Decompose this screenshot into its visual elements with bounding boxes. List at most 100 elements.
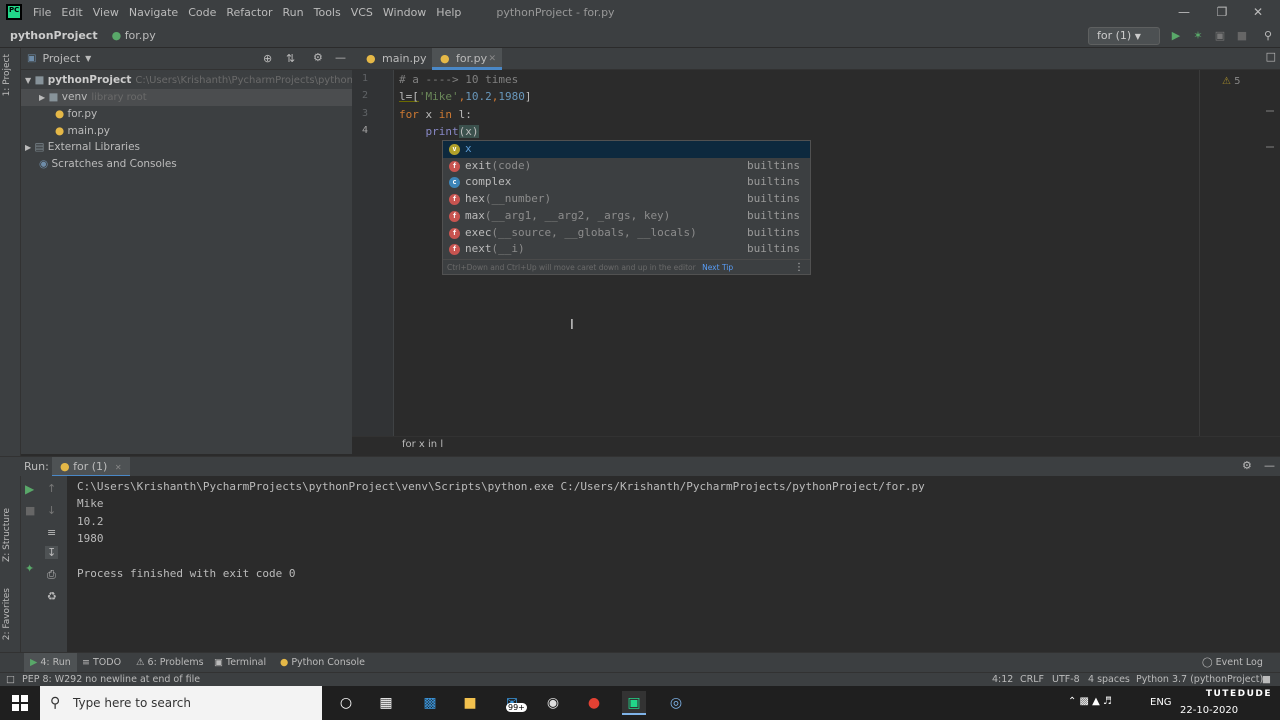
print-icon[interactable]: ⎙ xyxy=(47,568,56,582)
chevron-right-icon[interactable]: ▶ xyxy=(25,143,31,152)
indent-setting[interactable]: 4 spaces xyxy=(1088,673,1130,686)
menu-edit[interactable]: Edit xyxy=(56,6,87,19)
cortana-icon[interactable]: ○ xyxy=(334,691,358,715)
project-panel-title[interactable]: Project xyxy=(42,52,80,65)
taskbar-date[interactable]: 22-10-2020 xyxy=(1180,705,1238,716)
locate-icon[interactable]: ⊕ xyxy=(263,52,272,65)
completion-item[interactable]: f max(__arg1, __arg2, _args, key) builti… xyxy=(443,208,810,225)
windows-start-icon[interactable] xyxy=(12,695,28,711)
taskbar-search-box[interactable]: ⚲ Type here to search xyxy=(40,686,322,720)
structure-tool-tab[interactable]: Z: Structure xyxy=(2,508,12,562)
search-everywhere-icon[interactable]: ⚲ xyxy=(1260,28,1276,44)
scroll-up-icon[interactable]: ↑ xyxy=(47,482,56,495)
completion-item[interactable]: f exit(code) builtins xyxy=(443,158,810,175)
maximize-icon[interactable]: ❐ xyxy=(1204,0,1240,24)
chrome-icon[interactable]: ● xyxy=(582,691,606,715)
gear-icon[interactable]: ⚙ xyxy=(313,51,323,64)
close-tab-icon[interactable]: ✕ xyxy=(115,463,122,472)
next-tip-link[interactable]: Next Tip xyxy=(702,263,733,272)
project-panel: ▣ Project ▼ ⊕ ⇅ ⚙ — ▼ ■ pythonProject C:\… xyxy=(21,48,387,454)
tree-item-venv[interactable]: ▶ ■ venv library root xyxy=(21,89,352,106)
scroll-down-icon[interactable]: ↓ xyxy=(47,504,56,517)
tab-terminal[interactable]: ▣ Terminal xyxy=(214,653,266,673)
lock-icon[interactable]: ■ xyxy=(1262,673,1271,686)
hide-panel-icon[interactable]: — xyxy=(335,51,346,64)
breadcrumb-project[interactable]: pythonProject xyxy=(10,29,98,42)
menu-vcs[interactable]: VCS xyxy=(346,6,378,19)
menu-tools[interactable]: Tools xyxy=(309,6,346,19)
menu-window[interactable]: Window xyxy=(378,6,431,19)
tree-item-external-libraries[interactable]: ▶ ▤ External Libraries xyxy=(25,139,140,156)
completion-item[interactable]: v x xyxy=(443,141,810,158)
task-view-icon[interactable]: ▦ xyxy=(374,691,398,715)
status-message[interactable]: PEP 8: W292 no newline at end of file xyxy=(22,673,200,686)
breadcrumb-file[interactable]: ● for.py xyxy=(112,29,156,42)
minimize-icon[interactable]: — xyxy=(1166,0,1202,24)
completion-item[interactable]: f next(__i) builtins xyxy=(443,241,810,258)
rerun-icon[interactable]: ▶ xyxy=(25,482,34,496)
python-interpreter[interactable]: Python 3.7 (pythonProject) xyxy=(1136,673,1263,686)
menu-code[interactable]: Code xyxy=(183,6,221,19)
watermark-logo: TUTEDUDE xyxy=(1205,689,1272,699)
close-icon[interactable]: ✕ xyxy=(1240,0,1276,24)
project-tool-tab[interactable]: 1: Project xyxy=(2,54,12,96)
file-encoding[interactable]: UTF-8 xyxy=(1052,673,1080,686)
favorites-tool-tab[interactable]: 2: Favorites xyxy=(2,588,12,640)
tree-item-scratches[interactable]: ◉ Scratches and Consoles xyxy=(39,156,177,173)
menu-view[interactable]: View xyxy=(88,6,124,19)
tree-item-pythonproject[interactable]: ▼ ■ pythonProject C:\Users\Krishanth\Pych… xyxy=(25,72,387,89)
tab-for-py[interactable]: ● for.py ✕ xyxy=(432,48,502,70)
menu-run[interactable]: Run xyxy=(278,6,309,19)
app-icon[interactable]: ▩ xyxy=(418,691,442,715)
folder-icon: ▣ xyxy=(27,53,37,64)
more-options-icon[interactable]: ⋮ xyxy=(794,260,804,276)
close-tab-icon[interactable]: ✕ xyxy=(488,48,496,70)
stop-icon[interactable]: ■ xyxy=(1234,28,1250,44)
inspection-widget[interactable]: ⚠ 5 xyxy=(1222,76,1241,87)
menu-help[interactable]: Help xyxy=(431,6,466,19)
completion-item[interactable]: f exec(__source, __globals, __locals) bu… xyxy=(443,225,810,242)
file-explorer-icon[interactable]: ■ xyxy=(458,691,482,715)
gear-icon[interactable]: ⚙ xyxy=(1242,459,1252,472)
editor-scrollbar[interactable]: ⚠ 5 xyxy=(1222,70,1280,436)
chevron-right-icon[interactable]: ▶ xyxy=(39,93,45,102)
language-indicator[interactable]: ENG xyxy=(1150,697,1172,708)
stop-icon[interactable]: ■ xyxy=(25,504,35,517)
menu-navigate[interactable]: Navigate xyxy=(124,6,183,19)
tree-item-for-py[interactable]: ● for.py xyxy=(55,106,97,123)
trash-icon[interactable]: ♻ xyxy=(47,590,57,603)
chevron-down-icon[interactable]: ▼ xyxy=(85,54,91,63)
run-tab[interactable]: ● for (1) ✕ xyxy=(52,457,130,477)
soft-wrap-icon[interactable]: ≡ xyxy=(47,526,56,539)
tab-todo[interactable]: ≡ TODO xyxy=(82,653,121,673)
completion-item[interactable]: f hex(__number) builtins xyxy=(443,191,810,208)
recorder-icon[interactable]: ◎ xyxy=(664,691,688,715)
chevron-down-icon[interactable]: ▼ xyxy=(25,76,31,85)
collapse-all-icon[interactable]: ⇅ xyxy=(286,52,295,65)
more-tabs-icon[interactable]: □ xyxy=(1266,50,1276,63)
tab-main-py[interactable]: ● main.py xyxy=(358,48,430,70)
completion-item[interactable]: c complex builtins xyxy=(443,174,810,191)
hide-panel-icon[interactable]: — xyxy=(1264,459,1275,472)
coverage-icon[interactable]: ▣ xyxy=(1212,28,1228,44)
tab-problems[interactable]: ⚠ 6: Problems xyxy=(136,653,204,673)
scroll-to-end-icon[interactable]: ↧ xyxy=(45,546,59,559)
tree-item-main-py[interactable]: ● main.py xyxy=(55,123,110,140)
media-player-icon[interactable]: ◉ xyxy=(541,691,565,715)
system-tray-icons[interactable]: ⌃ ▩ ▲ ♬ xyxy=(1068,696,1112,707)
pycharm-taskbar-icon[interactable]: ▣ xyxy=(622,691,646,715)
tab-run[interactable]: ▶ 4: Run xyxy=(24,653,77,673)
debug-icon[interactable]: ✶ xyxy=(1190,28,1206,44)
menu-refactor[interactable]: Refactor xyxy=(221,6,277,19)
run-console-output[interactable]: C:\Users\Krishanth\PycharmProjects\pytho… xyxy=(67,476,1280,652)
caret-position[interactable]: 4:12 xyxy=(992,673,1013,686)
status-layout-icon[interactable]: □ xyxy=(6,673,15,686)
editor-breadcrumb[interactable]: for x in l xyxy=(402,439,443,450)
event-log-button[interactable]: ◯ Event Log xyxy=(1202,653,1263,673)
menu-file[interactable]: File xyxy=(28,6,56,19)
run-configuration-selector[interactable]: for (1) ▼ xyxy=(1088,27,1160,45)
run-icon[interactable]: ▶ xyxy=(1168,28,1184,44)
tab-python-console[interactable]: ● Python Console xyxy=(280,653,365,673)
line-separator[interactable]: CRLF xyxy=(1020,673,1044,686)
pin-icon[interactable]: ✦ xyxy=(25,562,34,575)
